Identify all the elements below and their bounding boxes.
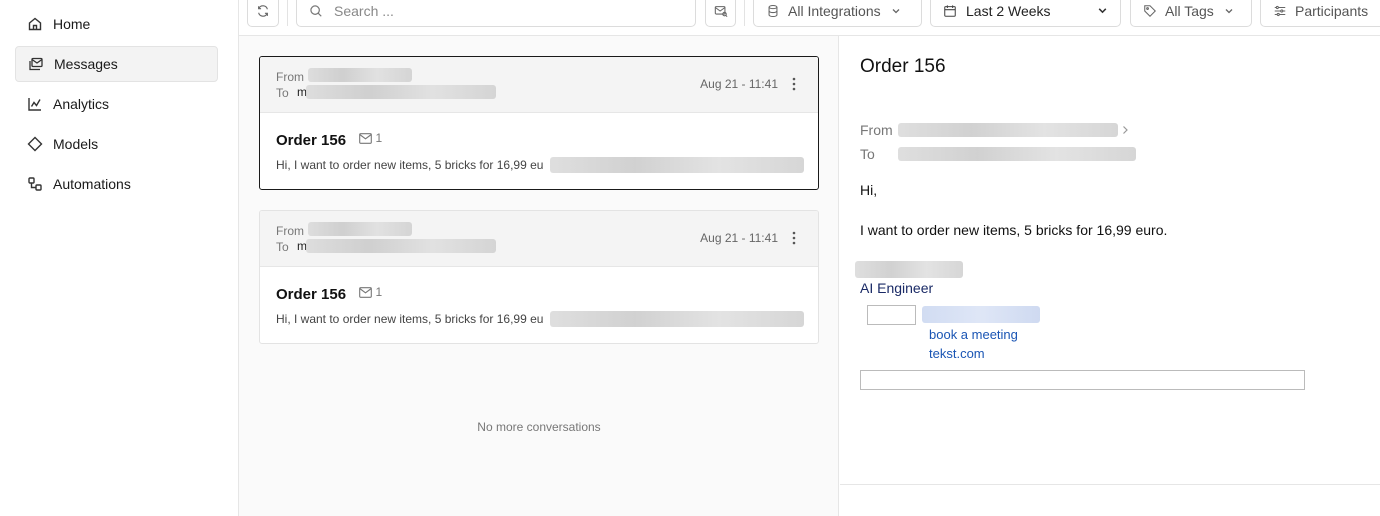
- more-options-icon[interactable]: [788, 230, 800, 246]
- participants-dropdown[interactable]: Participants: [1260, 0, 1380, 27]
- message-detail: Order 156 From To Hi, I want to order ne…: [840, 36, 1380, 516]
- conversation-snippet: Hi, I want to order new items, 5 bricks …: [276, 312, 544, 326]
- messages-icon: [29, 57, 43, 71]
- conversation-snippet: Hi, I want to order new items, 5 bricks …: [276, 158, 544, 172]
- date-range-label: Last 2 Weeks: [966, 2, 1051, 19]
- tags-dropdown[interactable]: All Tags: [1130, 0, 1252, 27]
- app-window: Home Messages Analytics Models Automatio…: [0, 0, 1380, 516]
- database-icon: [768, 4, 778, 17]
- sidebar-item-label: Home: [53, 16, 91, 32]
- toolbar-divider: [744, 0, 745, 26]
- card-header: From To m Aug 21 - 11:41: [260, 57, 818, 113]
- banner-image-placeholder: [860, 370, 1305, 390]
- message-greeting: Hi,: [860, 182, 878, 198]
- sender-redacted: [308, 68, 412, 82]
- automations-icon: [28, 177, 42, 191]
- website-link[interactable]: tekst.com: [929, 346, 985, 361]
- signature-role: AI Engineer: [860, 280, 934, 296]
- sidebar-item-automations[interactable]: Automations: [15, 166, 218, 202]
- search-icon: [310, 4, 322, 17]
- chevron-down-icon: [892, 8, 900, 13]
- to-label: To: [276, 240, 289, 254]
- sidebar-item-label: Models: [53, 136, 99, 152]
- sender-redacted: [898, 123, 1118, 137]
- more-options-icon[interactable]: [788, 76, 800, 92]
- from-label: From: [860, 122, 893, 138]
- from-label: From: [276, 224, 304, 238]
- participants-label: Participants: [1295, 2, 1369, 19]
- snippet-redacted: [550, 157, 804, 173]
- tag-icon: [1144, 4, 1156, 17]
- message-body: I want to order new items, 5 bricks for …: [860, 222, 1168, 238]
- toolbar: Search ... All Integrations Last 2 Weeks…: [239, 0, 1380, 36]
- broken-image-icon: [867, 305, 916, 325]
- detail-divider: [840, 484, 1380, 485]
- search-placeholder: Search ...: [334, 2, 394, 19]
- chevron-down-icon: [1098, 8, 1107, 14]
- sidebar-item-messages[interactable]: Messages: [15, 46, 218, 82]
- recipient-redacted: [306, 239, 496, 253]
- home-icon: [28, 17, 42, 31]
- sidebar-item-label: Automations: [53, 176, 131, 192]
- snippet-redacted: [550, 311, 804, 327]
- conversation-date: Aug 21 - 11:41: [700, 231, 778, 245]
- calendar-icon: [944, 4, 956, 17]
- conversation-list: From To m Aug 21 - 11:41 Order 156 1 Hi,…: [239, 36, 839, 516]
- card-body: Order 156 1 Hi, I want to order new item…: [260, 267, 818, 327]
- sidebar: Home Messages Analytics Models Automatio…: [0, 0, 239, 516]
- conversation-date: Aug 21 - 11:41: [700, 77, 778, 91]
- integrations-dropdown[interactable]: All Integrations: [753, 0, 922, 27]
- conversation-subject: Order 156: [276, 131, 347, 149]
- refresh-icon: [258, 4, 268, 17]
- refresh-button[interactable]: [247, 0, 279, 27]
- conversation-card[interactable]: From To m Aug 21 - 11:41 Order 156 1 Hi,…: [259, 210, 819, 344]
- search-input[interactable]: Search ...: [296, 0, 696, 27]
- sidebar-item-label: Messages: [54, 56, 118, 72]
- message-count: 1: [358, 131, 383, 145]
- card-header: From To m Aug 21 - 11:41: [260, 211, 818, 267]
- end-of-list-text: No more conversations: [477, 420, 601, 434]
- message-title: Order 156: [860, 56, 946, 77]
- analytics-icon: [28, 98, 41, 111]
- message-count-value: 1: [375, 131, 383, 145]
- mail-search-icon: [714, 5, 727, 17]
- compose-mail-button[interactable]: [705, 0, 736, 27]
- conversation-card[interactable]: From To m Aug 21 - 11:41 Order 156 1 Hi,…: [259, 56, 819, 190]
- book-meeting-link[interactable]: book a meeting: [929, 327, 1018, 342]
- sidebar-item-models[interactable]: Models: [15, 126, 218, 162]
- card-body: Order 156 1 Hi, I want to order new item…: [260, 113, 818, 173]
- sidebar-item-home[interactable]: Home: [15, 6, 218, 42]
- from-label: From: [276, 70, 304, 84]
- sidebar-item-label: Analytics: [53, 96, 110, 112]
- sender-redacted: [308, 222, 412, 236]
- models-icon: [27, 136, 43, 152]
- chevron-right-icon[interactable]: [1121, 125, 1129, 135]
- filter-sliders-icon: [1274, 5, 1286, 16]
- message-count: 1: [358, 285, 383, 299]
- message-count-value: 1: [375, 285, 383, 299]
- chevron-down-icon: [1225, 8, 1233, 13]
- toolbar-divider: [287, 0, 288, 26]
- tags-label: All Tags: [1165, 2, 1214, 19]
- sidebar-item-analytics[interactable]: Analytics: [15, 86, 218, 122]
- recipient-redacted: [306, 85, 496, 99]
- envelope-icon: [358, 132, 372, 144]
- to-label: To: [276, 86, 289, 100]
- conversation-subject: Order 156: [276, 285, 347, 303]
- envelope-icon: [358, 286, 372, 298]
- date-range-dropdown[interactable]: Last 2 Weeks: [930, 0, 1121, 27]
- integrations-label: All Integrations: [788, 2, 881, 19]
- recipient-redacted: [898, 147, 1136, 161]
- signature-name-redacted: [855, 261, 963, 278]
- signature-link-redacted: [922, 306, 1040, 323]
- to-label: To: [860, 146, 875, 162]
